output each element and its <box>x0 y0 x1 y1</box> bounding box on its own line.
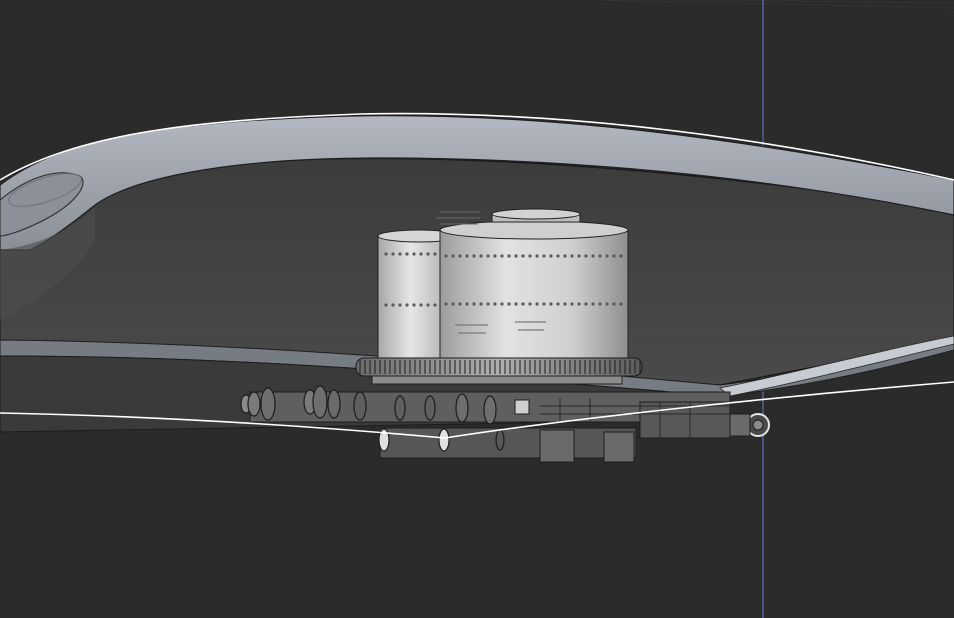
rivet <box>549 302 553 306</box>
rivet <box>584 302 588 306</box>
rivet <box>570 302 574 306</box>
rivet <box>398 303 402 307</box>
rivet <box>605 302 609 306</box>
shaft-end-link <box>729 413 751 437</box>
rivet <box>514 254 518 258</box>
rivet <box>384 303 388 307</box>
rivet <box>391 303 395 307</box>
rivet <box>542 254 546 258</box>
rivet <box>458 254 462 258</box>
rivet <box>598 254 602 258</box>
rivet <box>451 302 455 306</box>
rivet <box>563 302 567 306</box>
rivet <box>444 302 448 306</box>
rivet <box>535 302 539 306</box>
shaft-coupling <box>514 399 530 415</box>
rivet <box>570 254 574 258</box>
engine-gear-ring <box>355 357 643 377</box>
shaft-bracket <box>539 429 575 463</box>
viewport-scene[interactable] <box>0 0 954 618</box>
rivet <box>556 254 560 258</box>
rivet <box>405 252 409 256</box>
rivet <box>549 254 553 258</box>
rivet <box>563 254 567 258</box>
rivet <box>412 252 416 256</box>
rivet <box>419 303 423 307</box>
rivet <box>444 254 448 258</box>
rivet <box>426 303 430 307</box>
rivet <box>500 254 504 258</box>
grid-lines <box>599 0 954 9</box>
rivet <box>433 252 437 256</box>
shaft-lower <box>379 427 637 459</box>
rivet <box>612 302 616 306</box>
engine-cylinder-front <box>439 229 629 365</box>
rivet <box>619 302 623 306</box>
rivet <box>493 302 497 306</box>
rivet <box>479 302 483 306</box>
rivet <box>472 302 476 306</box>
engine-base-band <box>371 375 623 385</box>
rivet <box>591 302 595 306</box>
rivet <box>542 302 546 306</box>
radial-engine-model[interactable] <box>355 208 643 385</box>
rivet <box>405 303 409 307</box>
rivet <box>584 254 588 258</box>
rivet <box>556 302 560 306</box>
rivet <box>500 302 504 306</box>
rivet <box>521 254 525 258</box>
rivet <box>577 254 581 258</box>
rivet <box>521 302 525 306</box>
rivet <box>528 302 532 306</box>
shaft-bracket-2 <box>603 431 635 463</box>
rivet <box>486 254 490 258</box>
rivet <box>535 254 539 258</box>
rivet <box>507 254 511 258</box>
rivet <box>426 252 430 256</box>
3d-viewport[interactable] <box>0 0 954 618</box>
rivet <box>528 254 532 258</box>
rivet <box>612 254 616 258</box>
rivet <box>507 302 511 306</box>
rivet <box>398 252 402 256</box>
rivet <box>577 302 581 306</box>
rivet <box>458 302 462 306</box>
rivet <box>514 302 518 306</box>
rivet <box>479 254 483 258</box>
rivet <box>591 254 595 258</box>
engine-top-cap-rim <box>491 208 581 220</box>
rivet <box>486 302 490 306</box>
rivet <box>493 254 497 258</box>
rivet <box>598 302 602 306</box>
rivet <box>451 254 455 258</box>
rivet <box>391 252 395 256</box>
rivet <box>384 252 388 256</box>
rivet <box>419 252 423 256</box>
rivet <box>412 303 416 307</box>
rivet <box>472 254 476 258</box>
rivet <box>465 302 469 306</box>
rivet <box>619 254 623 258</box>
shaft-end-cap-inner <box>752 419 764 431</box>
rivet <box>433 303 437 307</box>
rivet <box>465 254 469 258</box>
rivet <box>605 254 609 258</box>
